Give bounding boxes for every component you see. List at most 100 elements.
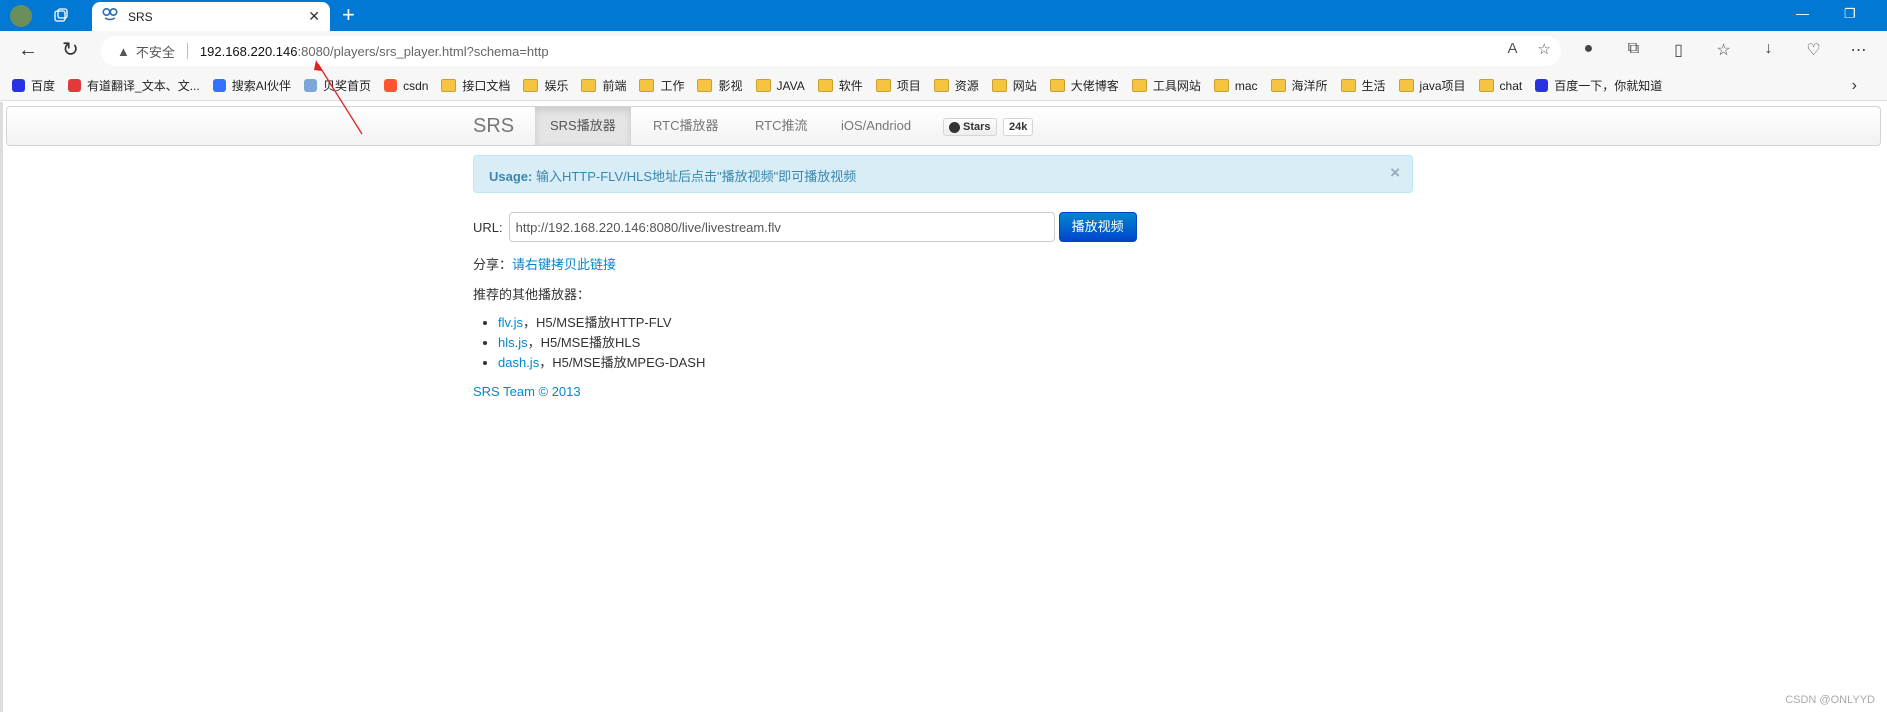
restore-icon[interactable]: ❐ <box>1844 6 1856 22</box>
bookmark-label: 搜索AI伙伴 <box>231 79 292 93</box>
split-screen-icon[interactable]: ▯ <box>1656 40 1701 60</box>
list-item: hls.js，H5/MSE播放HLS <box>498 333 705 353</box>
profile-avatar[interactable] <box>10 5 32 27</box>
browser-tab-srs[interactable]: SRS ✕ <box>92 2 330 31</box>
bookmark-label: chat <box>1499 78 1523 93</box>
share-label: 分享： <box>473 257 513 272</box>
folder-icon <box>1270 79 1286 92</box>
baidu-icon <box>12 79 25 92</box>
page-content: SRS SRS播放器 RTC播放器 RTC推流 iOS/Andriod Star… <box>0 102 1887 712</box>
hlsjs-link[interactable]: hls.js <box>498 335 528 350</box>
refresh-icon[interactable]: ↻ <box>62 40 79 60</box>
baidu-icon <box>1535 79 1549 92</box>
folder-icon <box>755 79 771 92</box>
workspaces-icon[interactable] <box>50 5 72 27</box>
alert-strong: Usage: <box>489 169 533 184</box>
bookmark-label: 百度一下，你就知道 <box>1554 79 1663 93</box>
bookmark-item[interactable]: 生活 <box>1340 77 1386 94</box>
share-link[interactable]: 请右键拷贝此链接 <box>512 257 616 272</box>
bei-icon <box>304 79 318 92</box>
usage-alert: Usage: 输入HTTP-FLV/HLS地址后点击"播放视频"即可播放视频 × <box>473 155 1413 193</box>
play-video-button[interactable]: 播放视频 <box>1058 212 1137 242</box>
minimize-icon[interactable]: — <box>1796 6 1809 21</box>
bookmark-item[interactable]: 大佬博客 <box>1049 77 1119 94</box>
bookmark-item[interactable]: 海洋所 <box>1270 77 1328 94</box>
bookmark-item[interactable]: 接口文档 <box>441 77 510 94</box>
bookmark-item[interactable]: JAVA <box>755 79 805 93</box>
tab-close-icon[interactable]: ✕ <box>308 8 320 25</box>
folder-icon <box>1049 79 1065 92</box>
folder-icon <box>639 79 655 92</box>
bookmark-item[interactable]: 百度 <box>12 77 55 94</box>
bookmark-label: csdn <box>403 78 429 93</box>
bookmark-label: 大佬博客 <box>1070 79 1119 93</box>
bookmark-item[interactable]: 前端 <box>581 77 626 94</box>
more-icon[interactable]: ⋯ <box>1836 40 1881 60</box>
bookmark-label: 生活 <box>1361 79 1386 93</box>
footer-text[interactable]: SRS Team © 2013 <box>473 384 581 399</box>
srs-favicon-icon <box>102 7 118 26</box>
nav-rtc-player[interactable]: RTC播放器 <box>638 107 733 145</box>
list-item: flv.js，H5/MSE播放HTTP-FLV <box>498 313 705 333</box>
bookmark-item[interactable]: 工作 <box>639 77 684 94</box>
bookmark-item[interactable]: 百度一下，你就知道 <box>1535 77 1662 94</box>
github-stars-button[interactable]: Stars <box>943 118 997 136</box>
footer-link[interactable]: SRS Team © 2013 <box>473 384 581 399</box>
bookmark-label: 海洋所 <box>1291 79 1328 93</box>
player-desc: ，H5/MSE播放HLS <box>527 335 641 350</box>
nav-srs-player[interactable]: SRS播放器 <box>535 107 631 145</box>
folder-icon <box>933 79 949 92</box>
bookmark-item[interactable]: 娱乐 <box>523 77 568 94</box>
bookmark-item[interactable]: 软件 <box>817 77 863 94</box>
player-list: flv.js，H5/MSE播放HTTP-FLV hls.js，H5/MSE播放H… <box>498 313 705 373</box>
csdn-icon <box>384 79 398 92</box>
new-tab-icon[interactable]: + <box>342 3 355 27</box>
back-icon[interactable]: ← <box>18 40 38 60</box>
bookmark-item[interactable]: 贝奖首页 <box>304 77 371 94</box>
alert-text: 输入HTTP-FLV/HLS地址后点击"播放视频"即可播放视频 <box>532 169 857 184</box>
brand[interactable]: SRS <box>473 115 514 138</box>
player-desc: ，H5/MSE播放HTTP-FLV <box>523 315 672 330</box>
favorites-icon[interactable]: ☆ <box>1701 40 1746 60</box>
bookmark-item[interactable]: java项目 <box>1398 77 1466 94</box>
insecure-label: 不安全 <box>135 44 175 60</box>
folder-icon <box>697 79 713 92</box>
bookmarks-overflow-icon[interactable]: › <box>1852 77 1857 95</box>
url-form: URL: 播放视频 <box>473 212 1137 242</box>
recommend-heading: 推荐的其他播放器： <box>473 287 591 302</box>
folder-icon <box>523 79 539 92</box>
bookmark-item[interactable]: 有道翻译_文本、文... <box>68 77 200 94</box>
extensions-icon[interactable]: ⧉ <box>1611 40 1656 60</box>
bookmark-label: 影视 <box>718 79 743 93</box>
nav-ios-android[interactable]: iOS/Andriod <box>826 107 926 145</box>
dashjs-link[interactable]: dash.js <box>498 355 539 370</box>
bookmark-item[interactable]: 搜索AI伙伴 <box>212 77 292 94</box>
bookmark-item[interactable]: 项目 <box>875 77 921 94</box>
bookmark-item[interactable]: chat <box>1478 78 1523 93</box>
bookmark-item[interactable]: 影视 <box>697 77 743 94</box>
bookmark-item[interactable]: 工具网站 <box>1131 77 1201 94</box>
bookmark-item[interactable]: 资源 <box>933 77 979 94</box>
bookmark-label: 软件 <box>838 79 863 93</box>
github-stars-count[interactable]: 24k <box>1003 118 1034 136</box>
extension-globe-icon[interactable]: ● <box>1566 40 1611 60</box>
favorite-star-icon[interactable]: ☆ <box>1538 40 1551 58</box>
browser-essentials-icon[interactable]: ♡ <box>1791 40 1836 60</box>
downloads-icon[interactable]: ↓ <box>1746 40 1791 60</box>
url-input[interactable] <box>508 212 1055 242</box>
bookmark-item[interactable]: mac <box>1213 79 1258 93</box>
bookmark-item[interactable]: csdn <box>384 79 428 93</box>
list-item: dash.js，H5/MSE播放MPEG-DASH <box>498 353 705 373</box>
bookmark-item[interactable]: 网站 <box>991 77 1037 94</box>
share-row: 分享：请右键拷贝此链接 <box>473 254 616 273</box>
folder-icon <box>991 79 1007 92</box>
url-host: 192.168.220.146 <box>199 43 298 59</box>
tab-title: SRS <box>128 9 153 24</box>
read-aloud-icon[interactable]: A <box>1508 40 1518 58</box>
url-label: URL: <box>473 219 503 235</box>
close-icon[interactable]: × <box>1390 163 1400 183</box>
youdao-icon <box>68 79 82 92</box>
nav-rtc-publish[interactable]: RTC推流 <box>740 107 822 145</box>
address-bar[interactable]: ▲ 不安全 192.168.220.146:8080/players/srs_p… <box>101 36 1561 66</box>
flvjs-link[interactable]: flv.js <box>498 315 523 330</box>
